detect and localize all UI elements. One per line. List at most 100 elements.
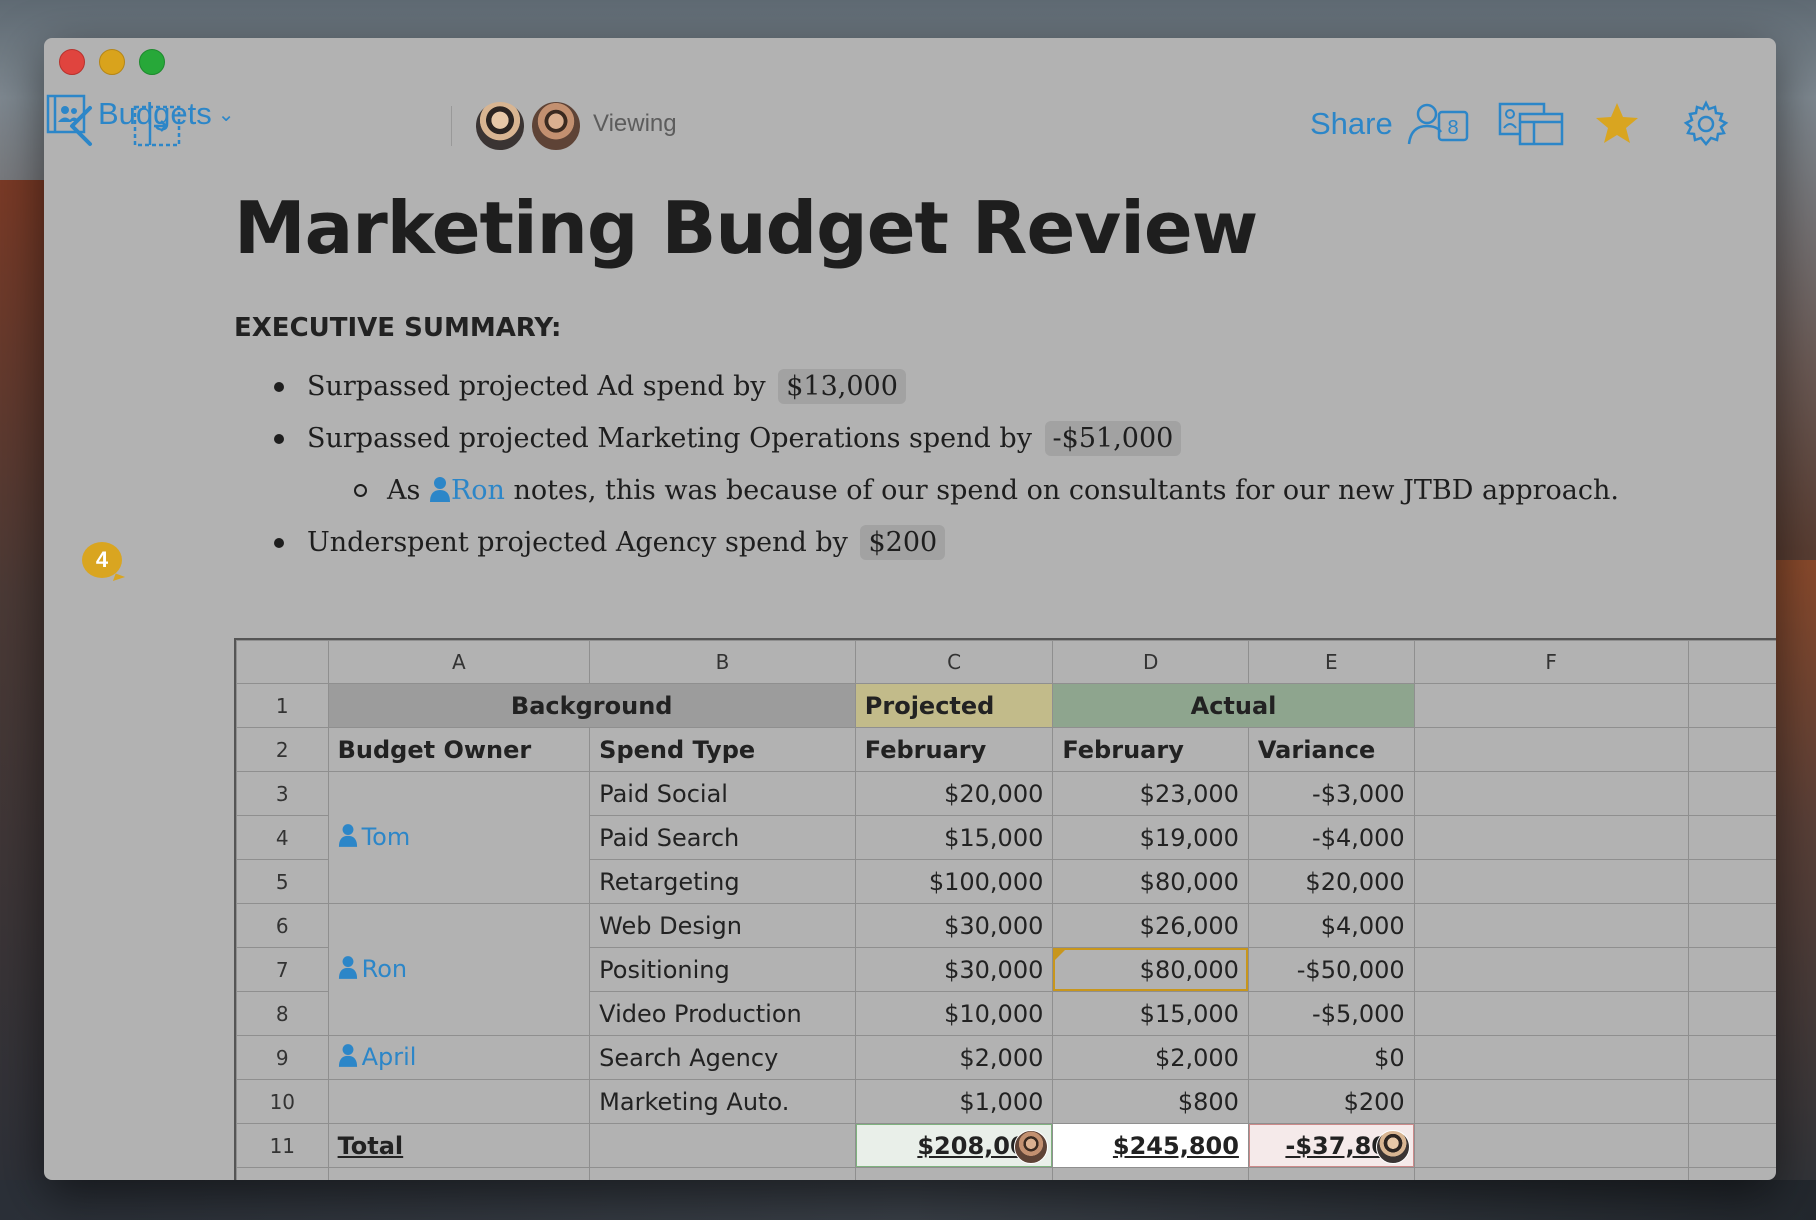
cell[interactable]: $20,000 bbox=[854, 771, 1054, 816]
header-cell[interactable]: Spend Type bbox=[589, 727, 856, 772]
row-header[interactable]: 11 bbox=[236, 1123, 329, 1168]
owner-cell[interactable]: April bbox=[327, 1035, 591, 1080]
cell[interactable]: $10,000 bbox=[854, 991, 1054, 1036]
cell[interactable] bbox=[1687, 683, 1776, 728]
selected-cell[interactable]: $80,000 bbox=[1052, 947, 1249, 992]
cell[interactable]: $100,000 bbox=[854, 859, 1054, 904]
cell[interactable]: -$5,000 bbox=[1247, 991, 1415, 1036]
cell[interactable]: $30,000 bbox=[854, 903, 1054, 948]
person-mention[interactable]: Ron bbox=[429, 475, 514, 506]
cell[interactable] bbox=[1687, 1167, 1776, 1180]
total-variance-cell[interactable]: -$37,800 bbox=[1247, 1123, 1415, 1168]
column-header-f[interactable]: F bbox=[1413, 640, 1689, 684]
cell[interactable] bbox=[1413, 1123, 1689, 1168]
cell[interactable] bbox=[327, 1079, 591, 1124]
cell[interactable] bbox=[1687, 903, 1776, 948]
share-button[interactable]: Share 8 bbox=[1310, 98, 1471, 150]
cell[interactable] bbox=[1413, 1079, 1689, 1124]
column-header-a[interactable]: A bbox=[327, 640, 591, 684]
row-header[interactable]: 10 bbox=[236, 1079, 329, 1124]
cell[interactable] bbox=[1687, 1079, 1776, 1124]
row-header[interactable]: 6 bbox=[236, 903, 329, 948]
back-button[interactable] bbox=[62, 104, 102, 146]
cell[interactable] bbox=[1413, 771, 1689, 816]
formula-chip[interactable]: -$51,000 bbox=[1044, 421, 1182, 456]
row-header[interactable]: 7 bbox=[236, 947, 329, 992]
cell[interactable] bbox=[1687, 771, 1776, 816]
favorite-button[interactable] bbox=[1593, 100, 1641, 153]
collaborator-avatar[interactable] bbox=[1375, 1130, 1410, 1164]
cell[interactable] bbox=[1413, 815, 1689, 860]
document-title[interactable]: Marketing Budget Review bbox=[234, 186, 1258, 270]
cell[interactable]: $15,000 bbox=[1052, 991, 1249, 1036]
row-header[interactable]: 9 bbox=[236, 1035, 329, 1080]
row-header[interactable] bbox=[236, 1167, 329, 1180]
cell[interactable] bbox=[1413, 859, 1689, 904]
row-header[interactable]: 5 bbox=[236, 859, 329, 904]
header-cell[interactable]: February bbox=[854, 727, 1054, 772]
cell[interactable]: $1,000 bbox=[854, 1079, 1054, 1124]
row-header[interactable]: 4 bbox=[236, 815, 329, 860]
cell[interactable]: $23,000 bbox=[1052, 771, 1249, 816]
cell[interactable] bbox=[1687, 1035, 1776, 1080]
total-actual-cell[interactable]: $245,800 bbox=[1052, 1123, 1249, 1168]
column-header-b[interactable]: B bbox=[589, 640, 856, 684]
cell[interactable] bbox=[1052, 1167, 1249, 1180]
row-header[interactable]: 1 bbox=[236, 683, 329, 728]
corner-cell[interactable] bbox=[236, 640, 329, 684]
header-cell[interactable]: Variance bbox=[1247, 727, 1415, 772]
cell[interactable]: $15,000 bbox=[854, 815, 1054, 860]
cell[interactable] bbox=[854, 1167, 1054, 1180]
cell[interactable]: $30,000 bbox=[854, 947, 1054, 992]
list-item[interactable]: Surpassed projected Ad spend by $13,000 bbox=[274, 363, 906, 411]
cell[interactable]: $200 bbox=[1247, 1079, 1415, 1124]
cell[interactable]: -$3,000 bbox=[1247, 771, 1415, 816]
cell[interactable] bbox=[1687, 859, 1776, 904]
list-item[interactable]: Surpassed projected Marketing Operations… bbox=[274, 415, 1182, 463]
cell[interactable]: $20,000 bbox=[1247, 859, 1415, 904]
column-header-c[interactable]: C bbox=[854, 640, 1054, 684]
cell[interactable]: $26,000 bbox=[1052, 903, 1249, 948]
list-item[interactable]: Underspent projected Agency spend by $20… bbox=[274, 519, 946, 567]
cell[interactable]: $2,000 bbox=[1052, 1035, 1249, 1080]
column-header-e[interactable]: E bbox=[1247, 640, 1415, 684]
section-heading[interactable]: EXECUTIVE SUMMARY: bbox=[234, 313, 561, 343]
comment-flag-icon[interactable] bbox=[1053, 948, 1068, 962]
total-label[interactable]: Total bbox=[327, 1123, 591, 1168]
cell[interactable]: $2,000 bbox=[854, 1035, 1054, 1080]
cell[interactable]: Retargeting bbox=[589, 859, 856, 904]
cell[interactable]: Web Design bbox=[589, 903, 856, 948]
group-header-projected[interactable]: Projected bbox=[854, 683, 1054, 728]
formula-chip[interactable]: $200 bbox=[860, 525, 946, 560]
cell[interactable] bbox=[1413, 1167, 1689, 1180]
cell[interactable]: Marketing Auto. bbox=[589, 1079, 856, 1124]
cell[interactable] bbox=[1413, 903, 1689, 948]
row-header[interactable]: 8 bbox=[236, 991, 329, 1036]
owner-cell[interactable]: Tom bbox=[327, 771, 591, 904]
column-header-d[interactable]: D bbox=[1052, 640, 1249, 684]
cell[interactable]: $4,000 bbox=[1247, 903, 1415, 948]
cell[interactable]: $0 bbox=[1247, 1035, 1415, 1080]
cell[interactable]: Positioning bbox=[589, 947, 856, 992]
settings-button[interactable] bbox=[1682, 100, 1730, 153]
zoom-window-button[interactable] bbox=[139, 49, 165, 75]
cell[interactable] bbox=[589, 1167, 856, 1180]
row-header[interactable]: 2 bbox=[236, 727, 329, 772]
group-header-background[interactable]: Background bbox=[327, 683, 856, 728]
cell[interactable] bbox=[1687, 947, 1776, 992]
cell[interactable]: Paid Search bbox=[589, 815, 856, 860]
comment-count-badge[interactable]: 4 bbox=[82, 542, 122, 578]
sidebar-toggle-button[interactable] bbox=[132, 104, 182, 147]
header-cell[interactable]: February bbox=[1052, 727, 1249, 772]
cell[interactable] bbox=[1247, 1167, 1415, 1180]
cell[interactable]: $800 bbox=[1052, 1079, 1249, 1124]
cell[interactable]: Search Agency bbox=[589, 1035, 856, 1080]
cell[interactable]: $80,000 bbox=[1052, 859, 1249, 904]
cell[interactable]: Paid Social bbox=[589, 771, 856, 816]
cell[interactable] bbox=[1687, 815, 1776, 860]
total-projected-cell[interactable]: $208,000 bbox=[854, 1123, 1054, 1168]
cell[interactable]: $19,000 bbox=[1052, 815, 1249, 860]
list-item[interactable]: As Ron notes, this was because of our sp… bbox=[354, 467, 1619, 515]
viewer-avatar[interactable] bbox=[474, 100, 526, 152]
header-cell[interactable]: Budget Owner bbox=[327, 727, 591, 772]
